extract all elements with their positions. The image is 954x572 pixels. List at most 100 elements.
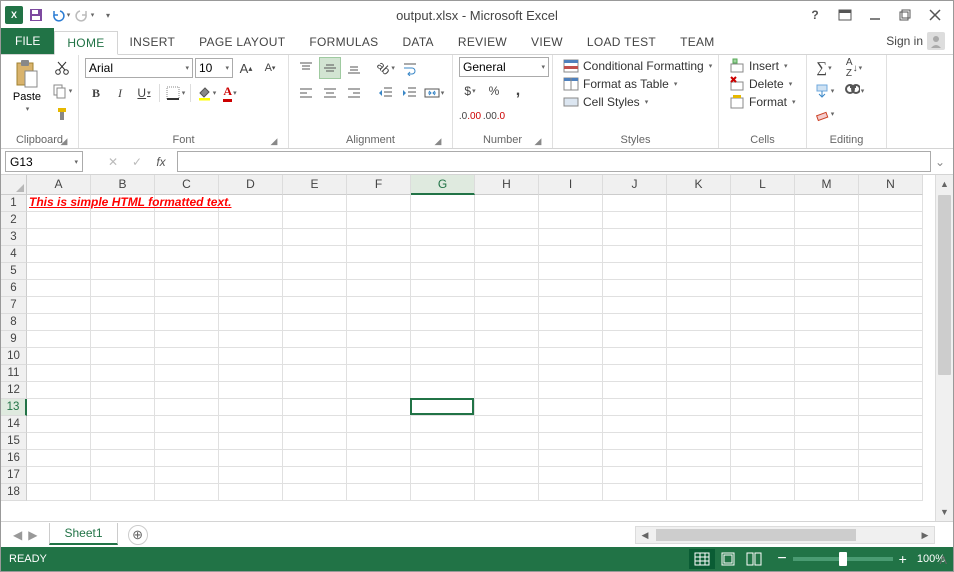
column-header[interactable]: H — [475, 175, 539, 195]
cell[interactable] — [219, 433, 283, 450]
cell[interactable] — [475, 484, 539, 501]
cell[interactable] — [27, 331, 91, 348]
cell[interactable] — [603, 229, 667, 246]
cell[interactable] — [283, 280, 347, 297]
row-header[interactable]: 12 — [1, 382, 27, 399]
cell[interactable] — [155, 467, 219, 484]
cell[interactable] — [475, 331, 539, 348]
clear-button[interactable]: ▾ — [813, 103, 835, 125]
cell[interactable] — [155, 484, 219, 501]
font-launcher[interactable]: ◢ — [268, 136, 280, 148]
cell[interactable] — [283, 382, 347, 399]
cell[interactable] — [411, 450, 475, 467]
vscroll-thumb[interactable] — [938, 195, 951, 375]
cell[interactable] — [539, 450, 603, 467]
cell[interactable] — [347, 246, 411, 263]
cell[interactable] — [411, 280, 475, 297]
cell[interactable] — [603, 348, 667, 365]
zoom-slider-knob[interactable] — [839, 552, 847, 566]
cell[interactable] — [411, 331, 475, 348]
cell[interactable] — [475, 263, 539, 280]
wrap-text-button[interactable] — [399, 57, 421, 79]
cell[interactable] — [859, 467, 923, 484]
cell[interactable] — [219, 416, 283, 433]
cell[interactable] — [731, 348, 795, 365]
paste-button[interactable]: Paste ▾ — [7, 57, 47, 115]
cell[interactable] — [731, 195, 795, 212]
cell[interactable] — [411, 416, 475, 433]
cell[interactable] — [27, 365, 91, 382]
alignment-launcher[interactable]: ◢ — [432, 136, 444, 148]
cell[interactable] — [731, 263, 795, 280]
cell[interactable] — [347, 382, 411, 399]
ribbon-options-button[interactable] — [831, 4, 859, 26]
restore-button[interactable] — [891, 4, 919, 26]
cell[interactable] — [795, 331, 859, 348]
cell[interactable] — [283, 416, 347, 433]
percent-format-button[interactable]: % — [483, 80, 505, 102]
cell[interactable] — [347, 450, 411, 467]
cell[interactable] — [795, 246, 859, 263]
tab-data[interactable]: DATA — [390, 30, 445, 54]
cell[interactable] — [667, 263, 731, 280]
cancel-formula-button[interactable]: ✕ — [101, 151, 125, 173]
cell[interactable] — [27, 314, 91, 331]
cell[interactable] — [347, 433, 411, 450]
cell[interactable] — [859, 314, 923, 331]
cell[interactable] — [539, 484, 603, 501]
cell[interactable] — [795, 229, 859, 246]
cell[interactable] — [27, 263, 91, 280]
cell[interactable] — [667, 280, 731, 297]
cell[interactable] — [603, 450, 667, 467]
cell[interactable] — [603, 297, 667, 314]
cell[interactable] — [91, 297, 155, 314]
row-header[interactable]: 3 — [1, 229, 27, 246]
cut-button[interactable] — [51, 57, 73, 79]
cell[interactable]: This is simple HTML formatted text. — [27, 195, 91, 212]
cell[interactable] — [731, 246, 795, 263]
cell[interactable] — [795, 297, 859, 314]
tab-home[interactable]: HOME — [54, 31, 117, 55]
align-top-button[interactable] — [295, 57, 317, 79]
cell[interactable] — [27, 246, 91, 263]
cell[interactable] — [667, 229, 731, 246]
cell[interactable] — [731, 382, 795, 399]
cell[interactable] — [667, 331, 731, 348]
column-header[interactable]: M — [795, 175, 859, 195]
new-sheet-button[interactable]: ⊕ — [128, 525, 148, 545]
cell[interactable] — [603, 382, 667, 399]
column-header[interactable]: L — [731, 175, 795, 195]
cell[interactable] — [539, 246, 603, 263]
cell[interactable] — [283, 314, 347, 331]
column-header[interactable]: N — [859, 175, 923, 195]
cell[interactable] — [603, 331, 667, 348]
cell[interactable] — [155, 382, 219, 399]
row-header[interactable]: 14 — [1, 416, 27, 433]
cell[interactable] — [91, 263, 155, 280]
font-color-button[interactable]: A▾ — [219, 82, 241, 104]
cell[interactable] — [411, 467, 475, 484]
cell[interactable] — [155, 212, 219, 229]
scroll-down-button[interactable]: ▼ — [936, 503, 953, 521]
cell[interactable] — [795, 195, 859, 212]
help-button[interactable]: ? — [801, 4, 829, 26]
cell[interactable] — [539, 416, 603, 433]
cell[interactable] — [219, 484, 283, 501]
column-header[interactable]: F — [347, 175, 411, 195]
scroll-up-button[interactable]: ▲ — [936, 175, 953, 193]
row-header[interactable]: 5 — [1, 263, 27, 280]
tab-team[interactable]: TEAM — [668, 30, 727, 54]
align-middle-button[interactable] — [319, 57, 341, 79]
cell[interactable] — [27, 297, 91, 314]
cell[interactable] — [27, 433, 91, 450]
cell[interactable] — [283, 348, 347, 365]
cell[interactable] — [795, 212, 859, 229]
cell[interactable] — [667, 467, 731, 484]
cell[interactable] — [539, 348, 603, 365]
cell[interactable] — [347, 348, 411, 365]
number-launcher[interactable]: ◢ — [532, 136, 544, 148]
row-header[interactable]: 2 — [1, 212, 27, 229]
row-header[interactable]: 17 — [1, 467, 27, 484]
find-select-button[interactable]: ▾ — [839, 80, 869, 102]
scroll-left-button[interactable]: ◀ — [636, 527, 654, 543]
